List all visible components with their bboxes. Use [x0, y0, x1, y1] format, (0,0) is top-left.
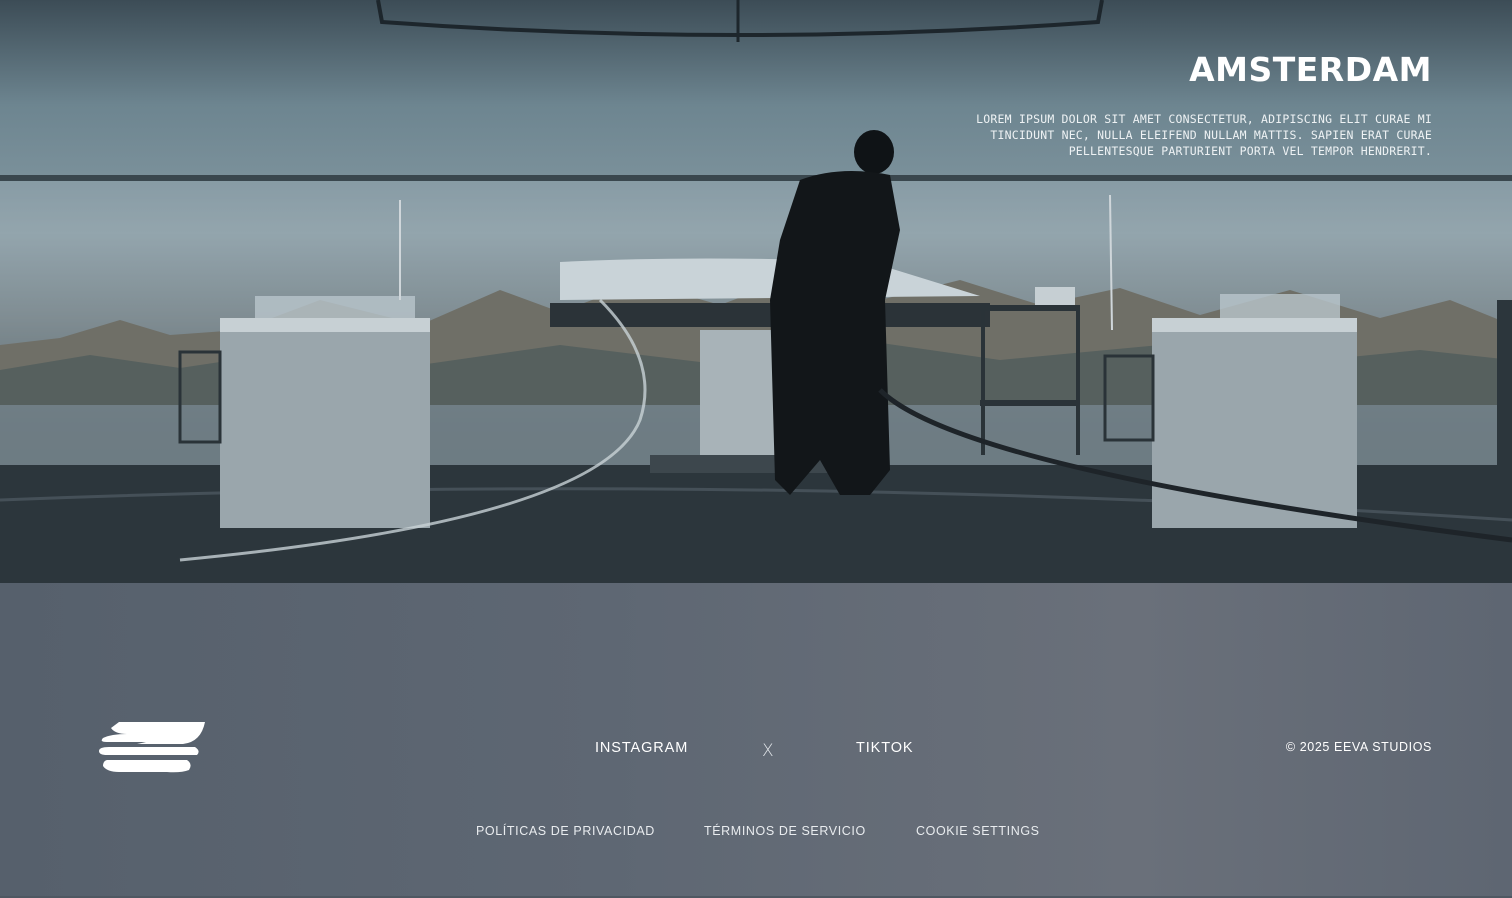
- instagram-link[interactable]: INSTAGRAM: [595, 740, 688, 756]
- hero-description: LOREM IPSUM DOLOR SIT AMET CONSECTETUR, …: [976, 112, 1432, 158]
- separator-x: X: [762, 741, 774, 761]
- copyright-text: © 2025 EEVA STUDIOS: [1285, 740, 1432, 754]
- tiktok-link[interactable]: TIKTOK: [856, 740, 914, 756]
- hero-title: AMSTERDAM: [1189, 50, 1432, 89]
- hero-section: AMSTERDAM LOREM IPSUM DOLOR SIT AMET CON…: [0, 0, 1512, 583]
- eeva-logo-icon[interactable]: [97, 720, 207, 774]
- terms-of-service-link[interactable]: TÉRMINOS DE SERVICIO: [704, 824, 866, 838]
- hero-caption: AMSTERDAM LOREM IPSUM DOLOR SIT AMET CON…: [912, 50, 1432, 159]
- privacy-policy-link[interactable]: POLÍTICAS DE PRIVACIDAD: [476, 824, 655, 838]
- cookie-settings-link[interactable]: COOKIE SETTINGS: [916, 824, 1040, 838]
